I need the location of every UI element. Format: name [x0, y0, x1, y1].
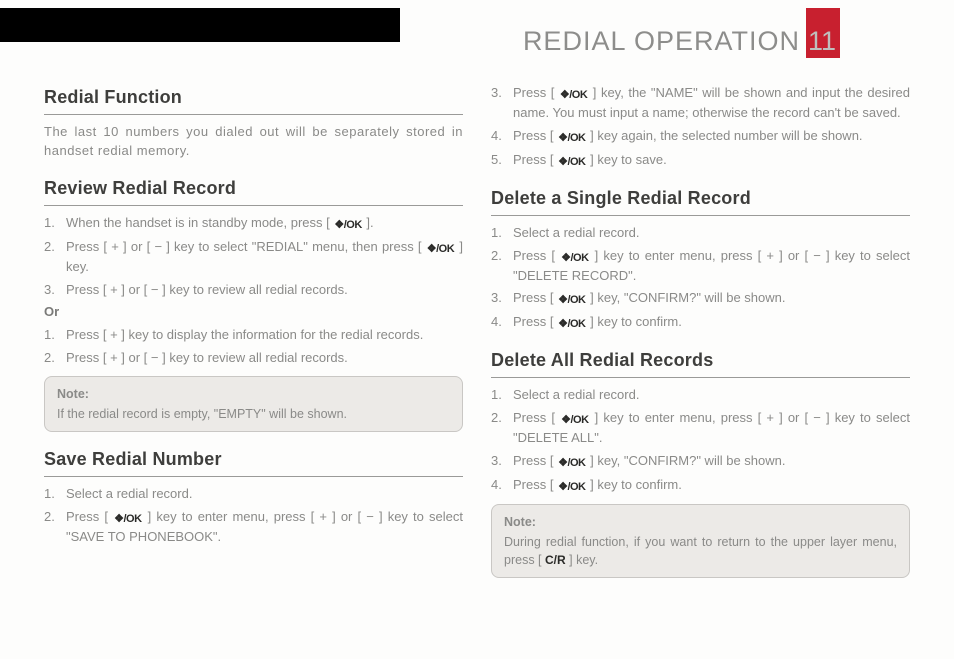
text: ] key to save. [587, 152, 667, 167]
or-label: Or [44, 303, 463, 322]
list-item: Press [ ❖/OK ] key to confirm. [491, 313, 910, 333]
menu-ok-icon: ❖/OK [560, 251, 589, 267]
note-body-b: ] key. [566, 553, 598, 567]
heading-delete-all: Delete All Redial Records [491, 347, 910, 378]
menu-ok-icon: ❖/OK [557, 456, 586, 472]
text: Press [ [66, 509, 113, 524]
list-item: Press [ ❖/OK ] key to enter menu, press … [44, 508, 463, 547]
text: ] key, "CONFIRM?" will be shown. [587, 453, 786, 468]
menu-ok-icon: ❖/OK [333, 218, 362, 234]
section-delete-all: Delete All Redial Records Select a redia… [491, 347, 910, 578]
page-header: REDIAL OPERATION 11 [0, 0, 954, 70]
text: Press [ + ] or [ − ] key to select "REDI… [66, 239, 426, 254]
review-list-1: When the handset is in standby mode, pre… [44, 214, 463, 300]
list-item: Press [ + ] or [ − ] key to review all r… [44, 349, 463, 368]
menu-ok-icon: ❖/OK [557, 131, 586, 147]
list-item: When the handset is in standby mode, pre… [44, 214, 463, 234]
list-item: Press [ + ] key to display the informati… [44, 326, 463, 345]
text-redial-function: The last 10 numbers you dialed out will … [44, 123, 463, 161]
note-label: Note: [57, 385, 450, 403]
list-item: Press [ + ] or [ − ] key to select "REDI… [44, 238, 463, 277]
list-item: Press [ ❖/OK ] key, "CONFIRM?" will be s… [491, 452, 910, 472]
list-item: Press [ ❖/OK ] key to save. [491, 151, 910, 171]
menu-ok-icon: ❖/OK [113, 512, 142, 528]
menu-ok-icon: ❖/OK [557, 155, 586, 171]
menu-ok-icon: ❖/OK [557, 317, 586, 333]
text: Press [ [513, 248, 560, 263]
note-label: Note: [504, 513, 897, 531]
list-item: Press [ + ] or [ − ] key to review all r… [44, 281, 463, 300]
review-list-2: Press [ + ] key to display the informati… [44, 326, 463, 368]
menu-ok-icon: ❖/OK [559, 88, 588, 104]
heading-redial-function: Redial Function [44, 84, 463, 115]
text: Press [ [513, 453, 557, 468]
list-item: Select a redial record. [491, 386, 910, 405]
cr-icon: C/R [545, 552, 566, 569]
text: ] key to confirm. [587, 477, 682, 492]
delete-all-list: Select a redial record. Press [ ❖/OK ] k… [491, 386, 910, 496]
page-title: REDIAL OPERATION [523, 22, 800, 61]
list-item: Select a redial record. [44, 485, 463, 504]
menu-ok-icon: ❖/OK [557, 480, 586, 496]
list-item: Press [ ❖/OK ] key to enter menu, press … [491, 247, 910, 286]
text: Press [ [513, 477, 557, 492]
section-delete-single: Delete a Single Redial Record Select a r… [491, 185, 910, 334]
text: Press [ [513, 290, 557, 305]
section-review-redial-record: Review Redial Record When the handset is… [44, 175, 463, 432]
heading-save: Save Redial Number [44, 446, 463, 477]
text: When the handset is in standby mode, pre… [66, 215, 333, 230]
note-box: Note: If the redial record is empty, "EM… [44, 376, 463, 432]
text: Press [ [513, 314, 557, 329]
menu-ok-icon: ❖/OK [557, 293, 586, 309]
content-area: Redial Function The last 10 numbers you … [44, 84, 910, 578]
list-item: Press [ ❖/OK ] key, the "NAME" will be s… [491, 84, 910, 123]
section-redial-function: Redial Function The last 10 numbers you … [44, 84, 463, 161]
menu-ok-icon: ❖/OK [560, 413, 589, 429]
text: Press [ [513, 128, 557, 143]
delete-single-list: Select a redial record. Press [ ❖/OK ] k… [491, 224, 910, 334]
text: Press [ [513, 152, 557, 167]
list-item: Select a redial record. [491, 224, 910, 243]
header-black-bar [0, 8, 400, 42]
list-item: Press [ ❖/OK ] key to confirm. [491, 476, 910, 496]
text: Press [ [513, 85, 559, 100]
heading-delete-single: Delete a Single Redial Record [491, 185, 910, 216]
list-item: Press [ ❖/OK ] key again, the selected n… [491, 127, 910, 147]
text: Press [ [513, 410, 560, 425]
page-number: 11 [802, 22, 842, 61]
text: ]. [363, 215, 374, 230]
note-box: Note: During redial function, if you wan… [491, 504, 910, 579]
list-item: Press [ ❖/OK ] key, "CONFIRM?" will be s… [491, 289, 910, 309]
note-body: If the redial record is empty, "EMPTY" w… [57, 407, 347, 421]
text: ] key to confirm. [587, 314, 682, 329]
list-item: Press [ ❖/OK ] key to enter menu, press … [491, 409, 910, 448]
heading-review: Review Redial Record [44, 175, 463, 206]
menu-ok-icon: ❖/OK [426, 242, 455, 258]
text: ] key, "CONFIRM?" will be shown. [587, 290, 786, 305]
text: ] key again, the selected number will be… [587, 128, 863, 143]
